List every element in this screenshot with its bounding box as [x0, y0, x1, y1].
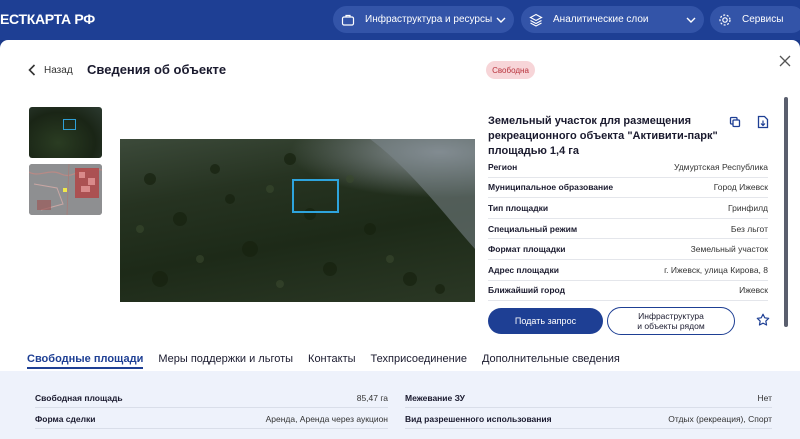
- map-thumbnail[interactable]: [29, 164, 102, 215]
- infrastructure-button-line2: и объекты рядом: [637, 321, 705, 331]
- nav-infrastructure-dropdown[interactable]: Инфраструктура и ресурсы: [333, 6, 514, 33]
- tab-additional-info[interactable]: Дополнительные сведения: [482, 353, 620, 369]
- close-icon[interactable]: [778, 54, 792, 68]
- submit-request-button[interactable]: Подать запрос: [488, 308, 603, 334]
- chevron-down-icon: [496, 17, 506, 23]
- property-row: Муниципальное образование Город Ижевск: [488, 178, 768, 199]
- star-icon[interactable]: [756, 313, 770, 327]
- site-logo[interactable]: ЕСТКАРТА РФ: [0, 11, 95, 27]
- details-panel: Свободная площадь 85,47 га Межевание ЗУ …: [0, 371, 800, 439]
- detail-row: Форма сделки Аренда, Аренда через аукцио…: [35, 409, 388, 429]
- property-row: Специальный режим Без льгот: [488, 219, 768, 240]
- chevron-left-icon: [28, 64, 36, 76]
- download-icon[interactable]: [757, 115, 769, 129]
- back-label: Назад: [44, 64, 73, 76]
- nav-analytics-label: Аналитические слои: [553, 14, 649, 25]
- scrollbar[interactable]: [784, 97, 788, 327]
- chevron-down-icon: [686, 17, 696, 23]
- property-row: Ближайший город Ижевск: [488, 281, 768, 302]
- tab-tech-connection[interactable]: Техприсоединение: [371, 353, 467, 369]
- tab-contacts[interactable]: Контакты: [308, 353, 356, 369]
- top-navigation-bar: ЕСТКАРТА РФ Инфраструктура и ресурсы Ана…: [0, 0, 800, 40]
- detail-row: Вид разрешенного использования Отдых (ре…: [405, 409, 772, 429]
- selection-frame: [63, 119, 76, 130]
- photo-thumbnail[interactable]: [29, 107, 102, 158]
- property-row: Регион Удмуртская Республика: [488, 157, 768, 178]
- main-photo: [120, 139, 475, 302]
- gear-icon: [719, 13, 731, 26]
- nav-services-label: Сервисы: [742, 14, 784, 25]
- properties-list: Регион Удмуртская Республика Муниципально…: [488, 157, 768, 302]
- back-button[interactable]: Назад: [28, 64, 73, 76]
- map-preview: [29, 164, 102, 215]
- detail-row: Свободная площадь 85,47 га: [35, 388, 388, 408]
- page-title: Сведения об объекте: [87, 62, 227, 77]
- detail-row: Межевание ЗУ Нет: [405, 388, 772, 408]
- selection-frame: [292, 179, 339, 213]
- property-row: Адрес площадки г. Ижевск, улица Кирова, 8: [488, 260, 768, 281]
- infrastructure-nearby-button[interactable]: Инфраструктура и объекты рядом: [607, 307, 735, 335]
- briefcase-icon: [341, 14, 355, 26]
- forest-texture: [136, 139, 475, 294]
- object-details-modal: Назад Сведения об объекте Свободна Земел…: [0, 40, 800, 439]
- layers-icon: [529, 13, 543, 27]
- tab-support-measures[interactable]: Меры поддержки и льготы: [158, 353, 293, 369]
- nav-analytics-dropdown[interactable]: Аналитические слои: [521, 6, 704, 33]
- nav-services-dropdown[interactable]: Сервисы: [710, 6, 800, 33]
- nav-infrastructure-label: Инфраструктура и ресурсы: [365, 14, 493, 25]
- copy-icon[interactable]: [729, 116, 741, 128]
- status-badge: Свободна: [486, 61, 535, 79]
- section-tabs: Свободные площади Меры поддержки и льгот…: [27, 353, 635, 369]
- property-row: Формат площадки Земельный участок: [488, 239, 768, 260]
- property-row: Тип площадки Гринфилд: [488, 198, 768, 219]
- infrastructure-button-line1: Инфраструктура: [638, 311, 704, 321]
- tab-free-areas[interactable]: Свободные площади: [27, 353, 144, 369]
- object-title: Земельный участок для размещения рекреац…: [488, 115, 718, 157]
